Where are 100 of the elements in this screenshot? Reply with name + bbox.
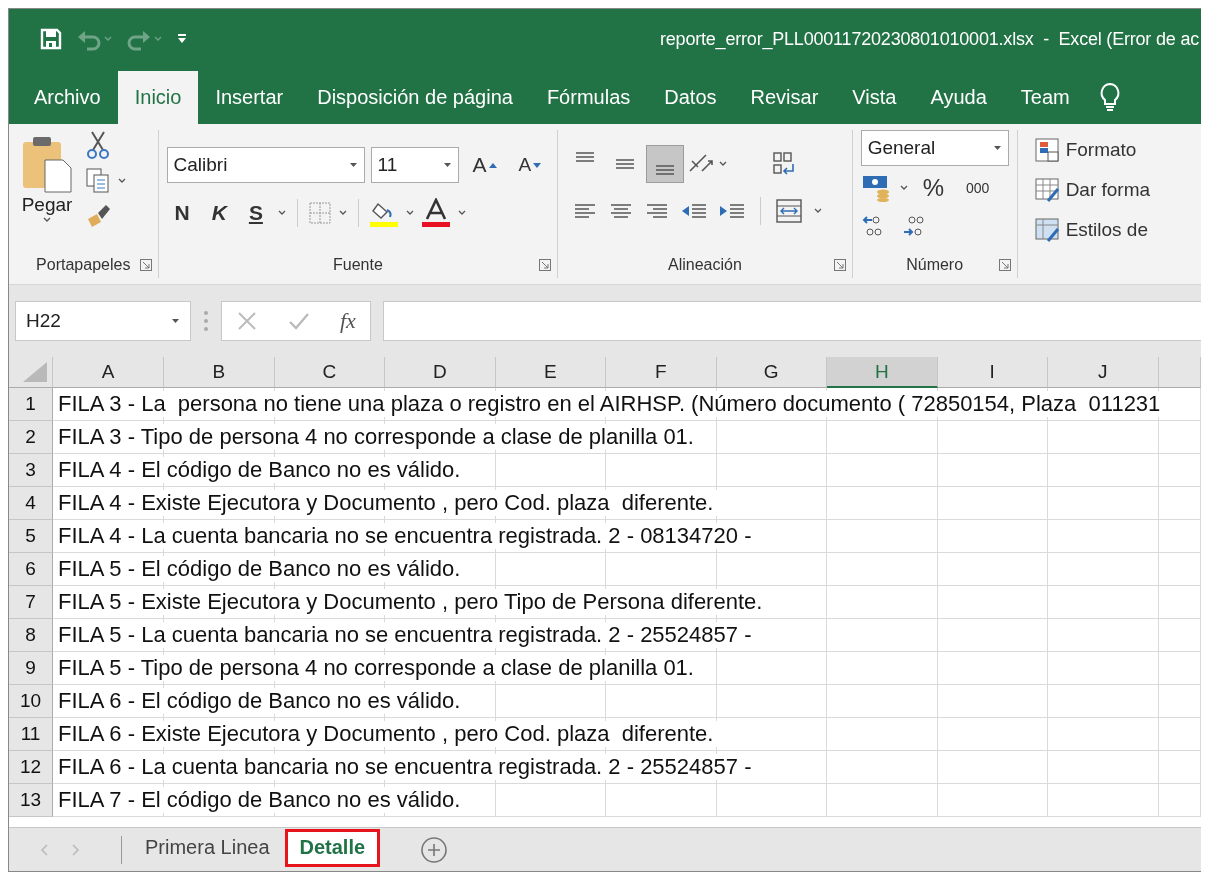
customize-icon[interactable] (177, 33, 187, 45)
column-header[interactable]: F (606, 357, 717, 388)
row-header[interactable]: 6 (9, 553, 53, 586)
group-label: Alineación (668, 256, 742, 274)
caret-icon[interactable] (442, 162, 452, 168)
font-name-dropdown[interactable]: Calibri (166, 147, 365, 183)
lightbulb-icon[interactable] (1098, 82, 1121, 112)
table-format-icon (1033, 177, 1060, 203)
italic-button[interactable]: K (203, 201, 235, 225)
ribbon-tab[interactable]: Ayuda (913, 71, 1004, 124)
column-header[interactable]: A (53, 357, 164, 388)
dialog-launcher-icon[interactable] (998, 259, 1011, 271)
caret-icon[interactable] (348, 162, 358, 168)
caret-icon[interactable] (898, 184, 909, 192)
number-format: General (867, 137, 936, 159)
table-cell (1158, 718, 1201, 751)
column-header[interactable]: J (1048, 357, 1159, 388)
table-cell (1158, 454, 1201, 487)
row-header[interactable]: 10 (9, 685, 53, 718)
cell-styles-icon (1033, 217, 1060, 243)
table-cell (1158, 751, 1201, 784)
row-header[interactable]: 13 (9, 784, 53, 817)
column-header[interactable]: I (937, 357, 1048, 388)
row-header[interactable]: 4 (9, 487, 53, 520)
font-size-dropdown[interactable]: 11 (370, 147, 459, 183)
group-label: Portapapeles (36, 256, 131, 274)
dialog-launcher-icon[interactable] (833, 259, 846, 271)
table-cell (1158, 520, 1201, 553)
shrink-font-button[interactable]: A (510, 154, 550, 176)
thousands-button[interactable]: 000 (957, 180, 998, 196)
caret-icon[interactable] (813, 207, 824, 215)
row-header[interactable]: 1 (9, 388, 53, 421)
table-cell (1158, 685, 1201, 718)
group-label: Fuente (332, 256, 383, 274)
table-cell (1158, 784, 1201, 817)
row-header[interactable]: 9 (9, 652, 53, 685)
save-icon[interactable] (39, 27, 63, 51)
cut-icon[interactable] (85, 130, 111, 160)
ribbon-tab[interactable]: Datos (647, 71, 734, 124)
table-cell (1158, 421, 1201, 454)
dialog-launcher-icon[interactable] (539, 259, 552, 271)
percent-button[interactable]: % (914, 174, 952, 202)
row-header[interactable]: 3 (9, 454, 53, 487)
merge-cells-icon[interactable] (775, 198, 804, 224)
ribbon-tab[interactable]: Disposición de página (300, 71, 530, 124)
row-header[interactable]: 7 (9, 586, 53, 619)
name-box[interactable]: H22 (15, 301, 191, 341)
insert-function-button[interactable]: fx (340, 308, 356, 334)
cell-styles-button[interactable]: Estilos de (1025, 210, 1159, 250)
row-header[interactable]: 5 (9, 520, 53, 553)
ribbon-tab[interactable]: Inicio (117, 71, 199, 124)
number-format-dropdown[interactable]: General (860, 130, 1009, 166)
conditional-format-button[interactable]: Formato (1025, 130, 1159, 170)
ribbon-tab[interactable]: Insertar (198, 71, 301, 124)
sheet-tab[interactable]: Detalle (284, 828, 381, 867)
ribbon-tab[interactable]: Team (1003, 71, 1087, 124)
column-header[interactable]: C (274, 357, 385, 388)
format-painter-icon[interactable] (85, 202, 111, 228)
ribbon-tab[interactable]: Vista (835, 71, 914, 124)
column-header[interactable]: H (827, 357, 938, 388)
caret-icon[interactable] (171, 318, 180, 324)
caret-icon[interactable] (276, 209, 287, 217)
caret-icon[interactable] (42, 216, 52, 224)
ribbon-tab[interactable]: Archivo (17, 71, 118, 124)
caret-icon[interactable] (456, 209, 467, 217)
paste-button[interactable]: Pegar (17, 130, 77, 252)
copy-icon[interactable] (85, 167, 111, 195)
font-size: 11 (377, 154, 398, 176)
row-header[interactable]: 11 (9, 718, 53, 751)
row-header[interactable]: 12 (9, 751, 53, 784)
row-header[interactable]: 2 (9, 421, 53, 454)
sheet-tab[interactable]: Primera Linea (130, 828, 285, 867)
table-cell (1158, 586, 1201, 619)
add-sheet-icon[interactable] (420, 835, 449, 864)
table-cell (1158, 487, 1201, 520)
underline-button[interactable]: S (240, 201, 271, 225)
font-color-icon[interactable] (420, 198, 451, 228)
caret-icon[interactable] (404, 209, 415, 217)
caret-icon[interactable] (992, 145, 1002, 151)
conditional-format-icon (1033, 137, 1060, 163)
down-triangle-icon (533, 162, 542, 168)
up-triangle-icon (488, 162, 497, 168)
grip-icon (203, 310, 209, 332)
grow-font-button[interactable]: A (464, 153, 505, 177)
ribbon-tab[interactable]: Fórmulas (529, 71, 648, 124)
bold-button[interactable]: N (166, 201, 198, 225)
table-format-button[interactable]: Dar forma (1025, 170, 1159, 210)
formula-input[interactable] (382, 301, 1201, 341)
ribbon-tab[interactable]: Revisar (733, 71, 836, 124)
caret-icon[interactable] (117, 177, 127, 185)
caret-icon[interactable] (337, 209, 348, 217)
dialog-launcher-icon[interactable] (139, 259, 152, 271)
column-header[interactable]: E (495, 357, 606, 388)
column-header[interactable]: B (164, 357, 275, 388)
caret-icon[interactable] (718, 160, 729, 168)
column-header[interactable]: D (385, 357, 496, 388)
font-name: Calibri (173, 154, 228, 176)
row-header[interactable]: 8 (9, 619, 53, 652)
group-label: Número (906, 256, 964, 274)
align-bottom-button[interactable] (646, 145, 685, 183)
